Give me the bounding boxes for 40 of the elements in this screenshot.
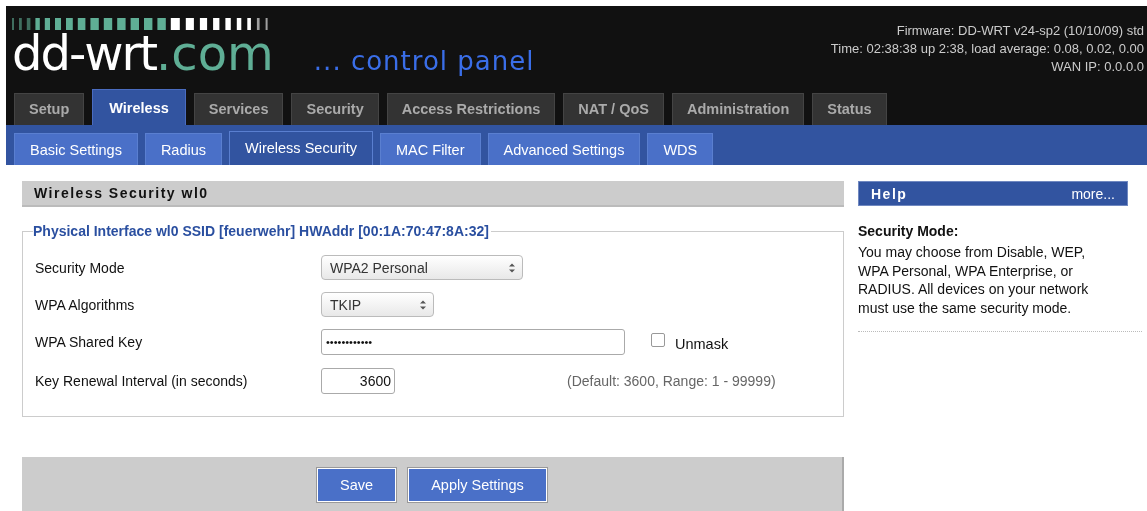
main-tab[interactable]: Services — [193, 93, 284, 125]
interface-legend: Physical Interface wl0 SSID [feuerwehr] HWAddr [00:1A:70:47:8A:32] — [33, 223, 491, 239]
main-tab[interactable]: Access Restrictions — [386, 93, 556, 125]
checkbox-label: Unmask — [675, 335, 729, 352]
select-dropdown[interactable]: TKIP — [321, 292, 434, 317]
sub-tab[interactable]: WDS — [647, 133, 714, 165]
range-hint: (Default: 3600, Range: 1 - 99999) — [567, 373, 776, 389]
sub-tab[interactable]: Advanced Settings — [487, 133, 641, 165]
time-info: Time: 02:38:38 up 2:38, load average: 0.08, 0.02, 0.00 — [830, 40, 1144, 58]
logo: dd-wrt.com — [12, 30, 274, 76]
sub-tab[interactable]: Radius — [144, 133, 223, 165]
more-link[interactable]: more... — [1071, 185, 1115, 202]
spinner-caret-icon — [419, 298, 427, 311]
action-button[interactable]: Save — [317, 468, 397, 502]
main-tab[interactable]: NAT / QoS — [563, 93, 664, 125]
password-field[interactable]: •••••••••••• — [321, 328, 625, 355]
sub-tab[interactable]: Wireless Security — [229, 131, 374, 165]
sub-tab[interactable]: MAC Filter — [380, 133, 481, 165]
select-dropdown[interactable]: WPA2 Personal — [321, 255, 523, 280]
field-label: Security Mode — [35, 259, 126, 276]
sub-tab[interactable]: Basic Settings — [14, 133, 138, 165]
wan-ip-info: WAN IP: 0.0.0.0 — [1050, 58, 1144, 76]
spinner-caret-icon — [508, 261, 516, 274]
field-label: WPA Algorithms — [35, 296, 136, 313]
field-label: Key Renewal Interval (in seconds) — [35, 373, 249, 389]
checkbox[interactable] — [651, 332, 665, 347]
help-heading: Security Mode: — [858, 223, 960, 239]
help-title: Help — [871, 185, 908, 202]
main-tab[interactable]: Setup — [14, 93, 85, 125]
main-tab[interactable]: Status — [812, 93, 887, 125]
section-header: Wireless Security wl0 — [22, 181, 844, 207]
number-field[interactable]: 3600 — [321, 368, 395, 394]
main-tab[interactable]: Wireless — [92, 89, 186, 125]
main-tab[interactable]: Security — [291, 93, 379, 125]
firmware-info: Firmware: DD-WRT v24-sp2 (10/10/09) std — [895, 22, 1144, 40]
control-panel-title: ... control panel — [313, 46, 535, 76]
action-button[interactable]: Apply Settings — [408, 468, 547, 502]
help-text: You may choose from Disable, WEP, WPA Personal, WPA Enterprise, or RADIUS. All devices on your network must use the same security mode. — [858, 243, 1142, 332]
field-label: WPA Shared Key — [35, 333, 144, 350]
main-tab[interactable]: Administration — [671, 93, 805, 125]
